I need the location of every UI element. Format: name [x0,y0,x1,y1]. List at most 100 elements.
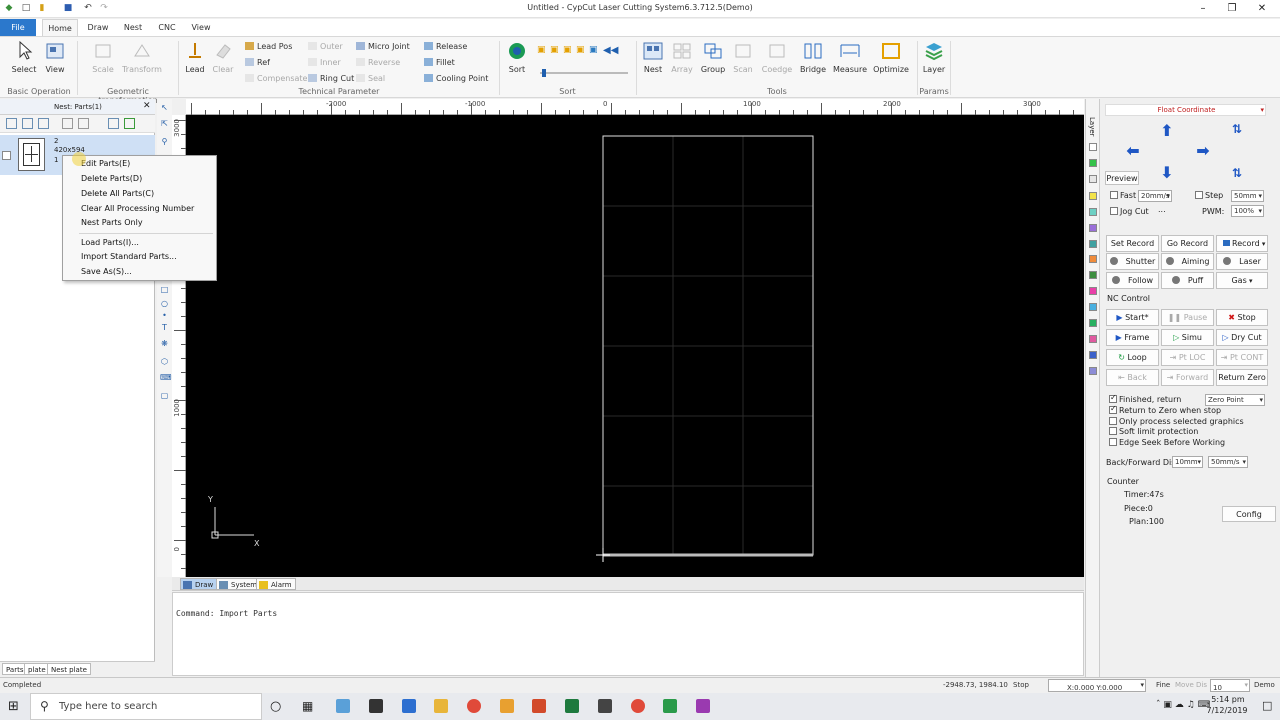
ref-button[interactable]: Ref [245,58,270,67]
windows-start-icon[interactable]: ⊞ [8,699,19,714]
micro-joint-button[interactable]: Micro Joint [356,42,410,51]
app-icon[interactable] [402,699,416,713]
layer-color-swatch[interactable] [1089,224,1097,232]
select-button[interactable]: Select [8,41,40,74]
return-zero-button[interactable]: Return Zero [1216,369,1268,386]
jog-cut-checkbox[interactable]: Jog Cut [1110,207,1149,216]
view-button[interactable]: View [40,41,70,74]
menu-item-load-parts[interactable]: Load Parts(I)... [81,238,139,247]
back-button[interactable]: ⇤ Back [1106,369,1159,386]
pwm-select[interactable]: 100% [1231,205,1264,217]
arrow-down-button[interactable]: ⬇ [1157,163,1177,183]
close-button[interactable]: ✕ [1248,2,1276,16]
sort-slider[interactable] [540,69,628,77]
excel-icon[interactable] [565,699,579,713]
tray-icons[interactable]: ˆ ▣ ☁ ♫ ⌨ [1156,700,1211,710]
layer-color-swatch[interactable] [1089,192,1097,200]
cortana-icon[interactable]: ○ [270,699,281,714]
close-icon[interactable]: ✕ [143,101,151,111]
arrow-up-button[interactable]: ⬆ [1157,121,1177,141]
set-record-button[interactable]: Set Record [1106,235,1159,252]
jog-cut-box[interactable] [1110,207,1118,215]
go-record-button[interactable]: Go Record [1161,235,1214,252]
follow-button[interactable]: Follow [1106,272,1159,289]
part-checkbox[interactable] [2,151,11,160]
refresh-icon[interactable] [124,118,135,129]
tab-system-output[interactable]: System [216,578,262,590]
jog-cut-more[interactable]: ... [1158,205,1166,214]
frame-button[interactable]: ▶ Frame [1106,329,1159,346]
machine-coordinate-select[interactable]: X:0.000 Y:0.000 [1048,679,1146,692]
prev-icon[interactable]: ◀◀ [603,45,618,56]
app-icon[interactable] [500,699,514,713]
tab-view[interactable]: View [188,19,214,36]
tab-nest-plate[interactable]: Nest plate [47,663,91,675]
sort-tool-icon[interactable]: ▣ [589,45,598,55]
powerpoint-icon[interactable] [532,699,546,713]
pause-button[interactable]: ❚❚ Pause [1161,309,1214,326]
arrow-left-button[interactable]: ⬅ [1123,141,1143,161]
group-button[interactable]: Group [698,41,728,74]
puff-button[interactable]: Puff [1161,272,1214,289]
return-zero-stop-box[interactable] [1109,404,1117,414]
fast-speed-select[interactable]: 20mm/s [1138,190,1172,202]
sort-button[interactable]: Sort [504,41,530,74]
coordinate-select[interactable]: Float Coordinate [1105,104,1266,116]
config-button[interactable]: Config [1222,506,1276,522]
menu-item-delete-parts[interactable]: Delete Parts(D) [81,174,142,183]
menu-item-import-standard-parts[interactable]: Import Standard Parts... [81,252,177,261]
tab-cnc[interactable]: CNC [154,19,180,36]
task-view-icon[interactable]: ▦ [302,699,313,713]
select-tool-icon[interactable]: ↖ [160,103,169,112]
node-tool-icon[interactable]: ⇱ [160,119,169,128]
stop-button[interactable]: ✖ Stop [1216,309,1268,326]
scan-button[interactable]: Scan [730,41,756,74]
circle-tool-icon[interactable]: ○ [160,299,169,308]
layer-color-swatch[interactable] [1089,351,1097,359]
menu-item-nest-parts-only[interactable]: Nest Parts Only [81,218,143,227]
chrome-icon[interactable] [467,699,481,713]
calculator-icon[interactable] [369,699,383,713]
return-zero-stop-checkbox[interactable]: Return to Zero when stop [1109,404,1221,415]
layer-color-swatch[interactable] [1089,335,1097,343]
fillet-button[interactable]: Fillet [424,58,455,67]
star-tool-icon[interactable]: ❋ [160,339,169,348]
laser-button[interactable]: Laser [1216,253,1268,270]
lead-button[interactable]: Lead [182,41,208,74]
measure-button[interactable]: Measure [832,41,868,74]
sort-tool-icon[interactable]: ▣ [563,45,572,55]
layer-button[interactable]: Layer [920,41,948,74]
soft-limit-box[interactable] [1109,427,1117,435]
bridge-button[interactable]: Bridge [798,41,828,74]
layer-color-swatch[interactable] [1089,143,1097,151]
command-output[interactable]: Command: Import Parts [172,592,1084,676]
layer-color-swatch[interactable] [1089,271,1097,279]
pt-cont-button[interactable]: ⇥ Pt CONT [1216,349,1268,366]
app-icon[interactable] [696,699,710,713]
scale-button[interactable]: Scale [88,41,118,74]
polygon-tool-icon[interactable]: ⬡ [160,357,169,366]
layer-color-swatch[interactable] [1089,208,1097,216]
fast-checkbox[interactable]: Fast [1110,191,1136,200]
menu-item-save-as[interactable]: Save As(S)... [81,267,132,276]
clear-button[interactable]: Clear [210,41,236,74]
restore-button[interactable]: ❐ [1218,2,1246,16]
parts-tool-icon[interactable] [78,118,89,129]
z-down-button[interactable]: ⇅ [1227,163,1247,183]
frame-tool-icon[interactable]: ▢ [160,391,169,400]
outer-button[interactable]: Outer [308,42,343,51]
lead-pos-button[interactable]: Lead Pos [245,42,292,51]
cut-icon[interactable] [62,118,73,129]
coedge-button[interactable]: Coedge [760,41,794,74]
layer-color-swatch[interactable] [1089,175,1097,183]
step-box[interactable] [1195,191,1203,199]
compensate-button[interactable]: Compensate [245,74,307,83]
only-selected-checkbox[interactable]: Only process selected graphics [1109,417,1244,426]
tab-alarm-output[interactable]: Alarm [256,578,296,590]
drawing-canvas[interactable]: Y X [186,115,1084,577]
notification-icon[interactable]: □ [1262,699,1272,712]
layer-color-swatch[interactable] [1089,287,1097,295]
point-tool-icon[interactable]: • [160,311,169,320]
menu-item-clear-processing-number[interactable]: Clear All Processing Number [81,204,194,213]
cypcut-icon[interactable] [663,699,677,713]
